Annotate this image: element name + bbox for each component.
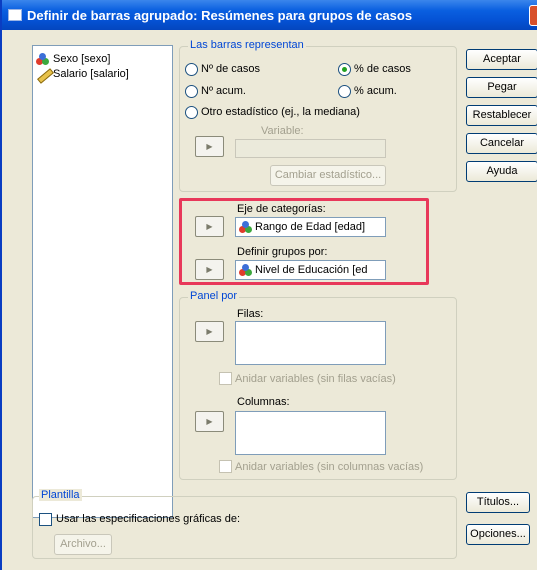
- change-statistic-button[interactable]: Cambiar estadístico...: [270, 165, 386, 186]
- variable-label: Variable:: [261, 125, 304, 137]
- radio-other-stat[interactable]: [185, 106, 198, 119]
- file-button[interactable]: Archivo...: [54, 534, 112, 555]
- radio-other-stat-label: Otro estadístico (ej., la mediana): [201, 106, 360, 118]
- nest-columns-checkbox[interactable]: [219, 460, 232, 473]
- highlight-box: [179, 198, 429, 285]
- ok-button[interactable]: Aceptar: [466, 49, 537, 70]
- radio-pct-cases-label: % de casos: [354, 63, 411, 75]
- radio-n-cum-label: Nº acum.: [201, 85, 246, 97]
- right-arrow-icon: ▶: [206, 142, 213, 151]
- reset-button[interactable]: Restablecer: [466, 105, 537, 126]
- columns-label: Columnas:: [237, 396, 290, 408]
- right-arrow-icon: ▶: [206, 417, 213, 426]
- nest-rows-label: Anidar variables (sin filas vacías): [235, 373, 396, 385]
- close-button[interactable]: [529, 5, 537, 26]
- dialog-window: Definir de barras agrupado: Resúmenes pa…: [0, 0, 537, 570]
- move-rows-button[interactable]: ▶: [195, 321, 224, 342]
- title-bar[interactable]: Definir de barras agrupado: Resúmenes pa…: [2, 0, 537, 30]
- template-legend: Plantilla: [39, 489, 82, 501]
- help-button[interactable]: Ayuda: [466, 161, 537, 182]
- radio-pct-cum-label: % acum.: [354, 85, 397, 97]
- bars-represent-legend: Las barras representan: [188, 39, 306, 51]
- radio-n-cum[interactable]: [185, 85, 198, 98]
- move-variable-button[interactable]: ▶: [195, 136, 224, 157]
- nominal-icon: [36, 53, 52, 66]
- radio-n-cases[interactable]: [185, 63, 198, 76]
- variable-label: Salario [salario]: [53, 68, 129, 80]
- cancel-button[interactable]: Cancelar: [466, 133, 537, 154]
- rows-label: Filas:: [237, 308, 264, 320]
- scale-icon: [37, 68, 54, 84]
- variable-list[interactable]: Sexo [sexo] Salario [salario]: [32, 45, 173, 518]
- list-item[interactable]: Salario [salario]: [36, 67, 129, 84]
- window-title: Definir de barras agrupado: Resúmenes pa…: [27, 8, 413, 23]
- variable-field[interactable]: [235, 139, 386, 158]
- options-button[interactable]: Opciones...: [466, 524, 530, 545]
- right-arrow-icon: ▶: [206, 327, 213, 336]
- list-item[interactable]: Sexo [sexo]: [36, 52, 110, 67]
- window-icon: [8, 9, 22, 21]
- titles-button[interactable]: Títulos...: [466, 492, 530, 513]
- use-spec-checkbox[interactable]: [39, 513, 52, 526]
- panel-by-legend: Panel por: [188, 290, 240, 302]
- variable-label: Sexo [sexo]: [53, 53, 111, 65]
- radio-pct-cum[interactable]: [338, 85, 351, 98]
- use-spec-label: Usar las especificaciones gráficas de:: [56, 513, 241, 525]
- radio-n-cases-label: Nº de casos: [201, 63, 261, 75]
- paste-button[interactable]: Pegar: [466, 77, 537, 98]
- rows-field[interactable]: [235, 321, 386, 365]
- move-columns-button[interactable]: ▶: [195, 411, 224, 432]
- nest-rows-checkbox[interactable]: [219, 372, 232, 385]
- radio-pct-cases[interactable]: [338, 63, 351, 76]
- nest-columns-label: Anidar variables (sin columnas vacías): [235, 461, 424, 473]
- columns-field[interactable]: [235, 411, 386, 455]
